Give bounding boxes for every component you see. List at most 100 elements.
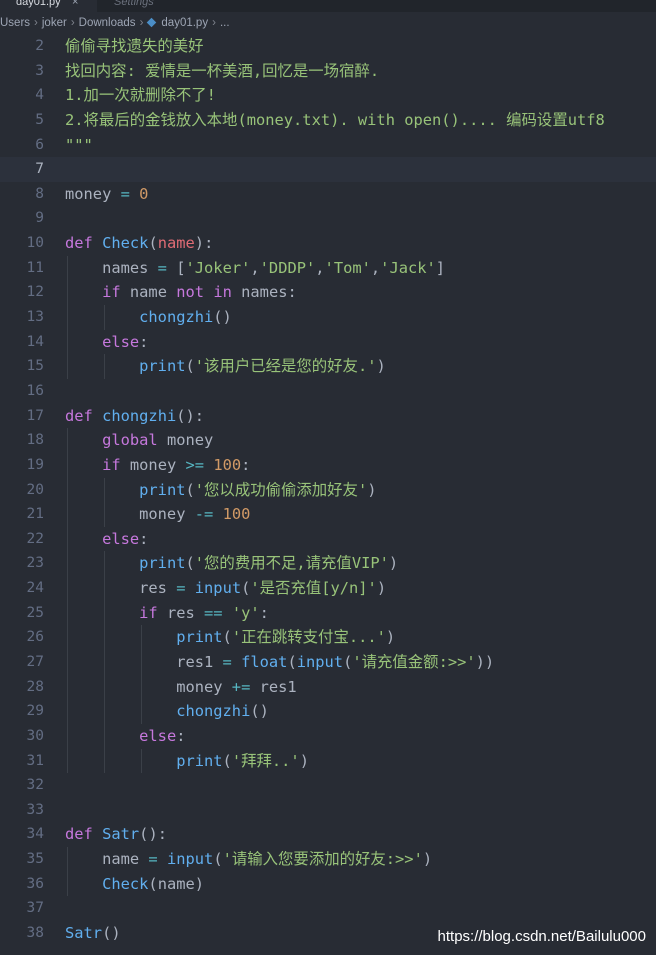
line-number: 12 xyxy=(26,284,44,301)
code-line[interactable]: 36 Check(name) xyxy=(0,872,656,897)
code-line[interactable]: 6 """ xyxy=(0,133,656,158)
code-line[interactable]: 14 else: xyxy=(0,330,656,355)
breadcrumb-item-downloads[interactable]: Downloads xyxy=(79,12,136,34)
code-line[interactable]: 31 print('拜拜..') xyxy=(0,749,656,774)
code-text: global money xyxy=(65,428,213,453)
code-token: '您以成功偷偷添加好友' xyxy=(194,480,368,499)
code-token: name xyxy=(65,850,149,869)
code-line[interactable]: 17 def chongzhi(): xyxy=(0,404,656,429)
code-token: ( xyxy=(222,628,232,647)
code-line[interactable]: 33 xyxy=(0,798,656,823)
code-token: -= xyxy=(194,505,214,524)
code-editor[interactable]: 2 偷偷寻找遗失的美好 3 找回内容: 爱情是一杯美酒,回忆是一场宿醉. 4 1.加一次就… xyxy=(0,34,656,955)
code-line[interactable]: 18 global money xyxy=(0,428,656,453)
code-token: 'Tom' xyxy=(324,258,371,277)
close-icon[interactable]: × xyxy=(72,0,78,9)
code-token: ( xyxy=(343,653,353,671)
code-text: 2.将最后的金钱放入本地(money.txt). with open()....… xyxy=(65,108,605,133)
code-text: """ xyxy=(65,133,93,158)
code-line[interactable]: 10 def Check(name): xyxy=(0,231,656,256)
code-line[interactable]: 28 money += res1 xyxy=(0,675,656,700)
code-token: input xyxy=(296,653,344,671)
code-line[interactable]: 9 xyxy=(0,206,656,231)
code-line[interactable]: 24 res = input('是否充值[y/n]') xyxy=(0,576,656,601)
code-line[interactable]: 15 print('该用户已经是您的好友.') xyxy=(0,354,656,379)
code-token: ): xyxy=(194,234,214,253)
line-number: 37 xyxy=(26,900,44,917)
code-line[interactable]: 12 if name not in names: xyxy=(0,280,656,305)
code-token: ) xyxy=(388,554,399,573)
code-line[interactable]: 2 偷偷寻找遗失的美好 xyxy=(0,34,656,59)
line-number: 10 xyxy=(26,235,44,252)
code-line[interactable]: 21 money -= 100 xyxy=(0,502,656,527)
line-number: 24 xyxy=(26,580,44,597)
code-token: chongzhi xyxy=(176,702,251,721)
code-line[interactable]: 32 xyxy=(0,773,656,798)
code-line[interactable]: 5 2.将最后的金钱放入本地(money.txt). with open()...… xyxy=(0,108,656,133)
tab-settings[interactable]: Settings xyxy=(98,0,184,12)
code-text: res1 = float(input('请充值金额:>>')) xyxy=(65,650,494,675)
code-line[interactable]: 19 if money >= 100: xyxy=(0,453,656,478)
line-number: 18 xyxy=(26,432,44,449)
code-text: else: xyxy=(65,724,185,749)
line-number: 23 xyxy=(26,555,44,572)
code-token: ( xyxy=(148,234,158,253)
indent-guide xyxy=(104,305,106,330)
breadcrumb-item-users[interactable]: Users xyxy=(0,12,30,34)
code-token: names: xyxy=(231,283,297,302)
breadcrumb-item-file[interactable]: day01.py xyxy=(161,12,208,34)
code-line[interactable]: 13 chongzhi() xyxy=(0,305,656,330)
code-token: def xyxy=(65,406,93,425)
code-line[interactable]: 8 money = 0 xyxy=(0,182,656,207)
code-line[interactable]: 23 print('您的费用不足,请充值VIP') xyxy=(0,551,656,576)
code-token: >= xyxy=(185,455,205,474)
code-line[interactable]: 11 names = ['Joker','DDDP','Tom','Jack'] xyxy=(0,256,656,281)
code-token: res xyxy=(65,579,177,598)
code-token: == xyxy=(204,603,223,622)
code-token: print xyxy=(139,554,186,573)
code-line[interactable]: 37 xyxy=(0,896,656,921)
breadcrumb-item-symbols[interactable]: ... xyxy=(220,12,230,34)
code-line[interactable]: 7 xyxy=(0,157,656,182)
code-line[interactable]: 4 1.加一次就删除不了! xyxy=(0,83,656,108)
code-token: : xyxy=(241,455,251,474)
code-text: chongzhi() xyxy=(65,699,269,724)
code-token: Check xyxy=(102,874,149,893)
code-line[interactable]: 26 print('正在跳转支付宝...') xyxy=(0,625,656,650)
tab-bar: day01.py × Settings xyxy=(0,0,656,12)
line-number: 35 xyxy=(26,851,44,868)
breadcrumb-item-joker[interactable]: joker xyxy=(42,12,67,34)
code-line[interactable]: 29 chongzhi() xyxy=(0,699,656,724)
code-text: else: xyxy=(65,527,148,552)
code-text: if name not in names: xyxy=(65,280,297,305)
code-token: print xyxy=(139,357,186,376)
line-number: 13 xyxy=(26,309,44,326)
code-text: Check(name) xyxy=(65,872,204,897)
indent-guide xyxy=(67,428,68,774)
code-token: )) xyxy=(475,653,495,671)
code-token: ) xyxy=(385,628,396,647)
code-line[interactable]: 25 if res == 'y': xyxy=(0,601,656,626)
code-token: name xyxy=(120,283,177,302)
code-token: , xyxy=(370,258,381,277)
code-token: 'Joker' xyxy=(185,258,251,277)
code-token: (name) xyxy=(148,874,205,893)
tab-day01-py[interactable]: day01.py × xyxy=(0,0,97,12)
code-text: print('该用户已经是您的好友.') xyxy=(65,354,386,379)
code-line[interactable]: 16 xyxy=(0,379,656,404)
code-text: res = input('是否充值[y/n]') xyxy=(65,576,386,601)
code-line[interactable]: 3 找回内容: 爱情是一杯美酒,回忆是一场宿醉. xyxy=(0,59,656,84)
code-line[interactable]: 22 else: xyxy=(0,527,656,552)
code-line[interactable]: 34 def Satr(): xyxy=(0,822,656,847)
code-line[interactable]: 20 print('您以成功偷偷添加好友') xyxy=(0,478,656,503)
line-number: 36 xyxy=(26,875,44,892)
code-token: 0 xyxy=(139,184,149,203)
code-line[interactable]: 30 else: xyxy=(0,724,656,749)
code-line[interactable]: 27 res1 = float(input('请充值金额:>>')) xyxy=(0,650,656,675)
code-line[interactable]: 35 name = input('请输入您要添加的好友:>>') xyxy=(0,847,656,872)
